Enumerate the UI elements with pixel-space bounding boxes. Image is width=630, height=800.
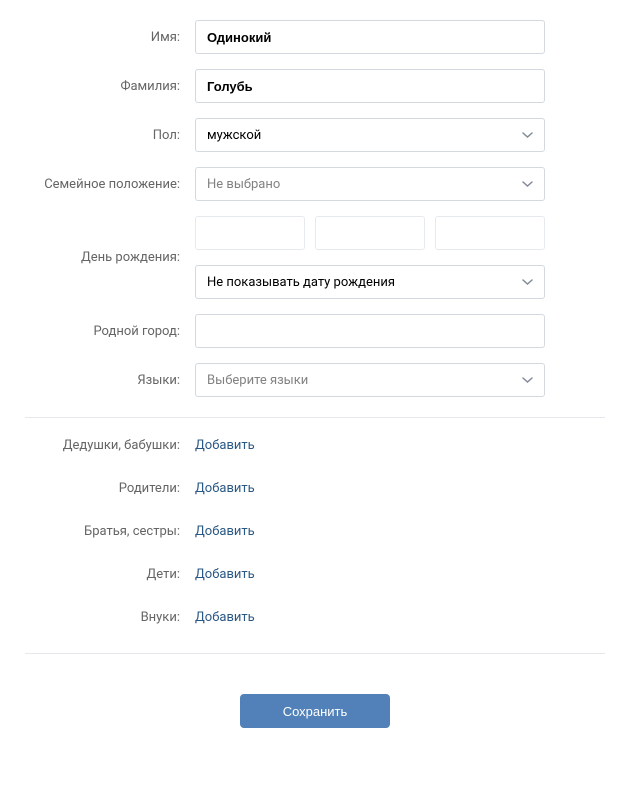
birthday-year-select[interactable]: [435, 216, 545, 250]
hometown-label: Родной город:: [25, 324, 195, 339]
gender-select-wrap: мужской: [195, 118, 545, 152]
add-siblings-link[interactable]: Добавить: [195, 524, 255, 539]
gender-row: Пол: мужской: [25, 118, 605, 152]
birthday-month-wrap: [315, 216, 425, 250]
hometown-row: Родной город:: [25, 314, 605, 348]
last-name-row: Фамилия:: [25, 69, 605, 103]
gender-control: мужской: [195, 118, 545, 152]
marital-status-row: Семейное положение: Не выбрано: [25, 167, 605, 201]
birthday-label: День рождения:: [25, 250, 195, 265]
languages-select-wrap: Выберите языки: [195, 363, 545, 397]
children-row: Дети: Добавить: [25, 567, 605, 582]
parents-row: Родители: Добавить: [25, 481, 605, 496]
grandparents-row: Дедушки, бабушки: Добавить: [25, 438, 605, 453]
birthday-date-row: [195, 216, 545, 250]
family-section: Дедушки, бабушки: Добавить Родители: Доб…: [0, 438, 630, 625]
birthday-year-wrap: [435, 216, 545, 250]
birthday-control: Не показывать дату рождения: [195, 216, 545, 299]
birthday-row: День рождения: Не показывать дату рожден…: [25, 216, 605, 299]
add-parents-link[interactable]: Добавить: [195, 481, 255, 496]
save-button[interactable]: Сохранить: [240, 694, 390, 728]
grandchildren-label: Внуки:: [25, 610, 195, 625]
children-label: Дети:: [25, 567, 195, 582]
first-name-input[interactable]: [195, 20, 545, 54]
languages-placeholder: Выберите языки: [207, 373, 308, 388]
siblings-row: Братья, сестры: Добавить: [25, 524, 605, 539]
hometown-input[interactable]: [195, 314, 545, 348]
gender-select[interactable]: мужской: [195, 118, 545, 152]
siblings-label: Братья, сестры:: [25, 524, 195, 539]
button-section: Сохранить: [0, 674, 630, 758]
languages-control: Выберите языки: [195, 363, 545, 397]
marital-status-select-wrap: Не выбрано: [195, 167, 545, 201]
languages-row: Языки: Выберите языки: [25, 363, 605, 397]
gender-label: Пол:: [25, 128, 195, 143]
grandparents-label: Дедушки, бабушки:: [25, 438, 195, 453]
marital-status-select[interactable]: Не выбрано: [195, 167, 545, 201]
birthday-month-select[interactable]: [315, 216, 425, 250]
section-divider: [25, 653, 605, 654]
first-name-control: [195, 20, 545, 54]
grandchildren-row: Внуки: Добавить: [25, 610, 605, 625]
gender-select-value: мужской: [207, 128, 261, 143]
last-name-input[interactable]: [195, 69, 545, 103]
add-grandchildren-link[interactable]: Добавить: [195, 610, 255, 625]
first-name-row: Имя:: [25, 20, 605, 54]
section-divider: [25, 417, 605, 418]
last-name-control: [195, 69, 545, 103]
marital-status-label: Семейное положение:: [25, 177, 195, 192]
profile-form-section: Имя: Фамилия: Пол: мужской Семейное поло…: [0, 0, 630, 397]
marital-status-value: Не выбрано: [207, 177, 280, 192]
last-name-label: Фамилия:: [25, 79, 195, 94]
parents-label: Родители:: [25, 481, 195, 496]
languages-select[interactable]: Выберите языки: [195, 363, 545, 397]
birthday-visibility-select[interactable]: Не показывать дату рождения: [195, 265, 545, 299]
birthday-visibility-wrap: Не показывать дату рождения: [195, 265, 545, 299]
hometown-control: [195, 314, 545, 348]
languages-label: Языки:: [25, 373, 195, 388]
birthday-visibility-value: Не показывать дату рождения: [207, 275, 395, 290]
marital-status-control: Не выбрано: [195, 167, 545, 201]
birthday-day-wrap: [195, 216, 305, 250]
add-children-link[interactable]: Добавить: [195, 567, 255, 582]
first-name-label: Имя:: [25, 30, 195, 45]
birthday-day-select[interactable]: [195, 216, 305, 250]
add-grandparents-link[interactable]: Добавить: [195, 438, 255, 453]
